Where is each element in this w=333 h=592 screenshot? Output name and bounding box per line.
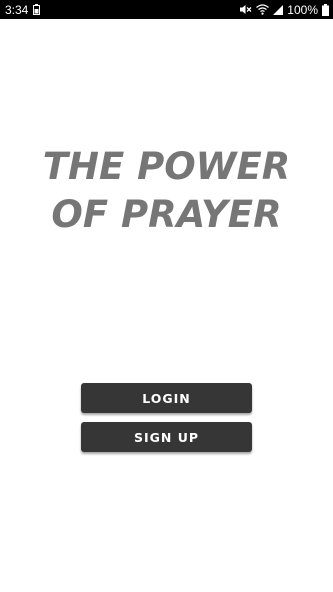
app-title-line-1: THE POWER [42,145,291,188]
login-button[interactable]: LOGIN [81,383,252,413]
app-title-line-2: OF PRAYER [51,193,282,236]
app-title: THE POWER OF PRAYER [0,143,333,239]
status-time: 3:34 [5,2,29,17]
signal-icon [273,4,284,15]
wifi-icon [256,4,270,15]
battery-saver-icon [33,4,41,15]
status-right: 100% [240,3,329,17]
status-bar: 3:34 100% [0,0,333,19]
mute-icon [240,4,252,15]
battery-percent: 100% [287,2,318,17]
status-left: 3:34 [5,2,41,17]
battery-icon [322,3,329,16]
sign-up-button[interactable]: SIGN UP [81,422,252,452]
app-screen: 3:34 100% THE POWER OF PRAYER LOGIN SIGN… [0,0,333,592]
